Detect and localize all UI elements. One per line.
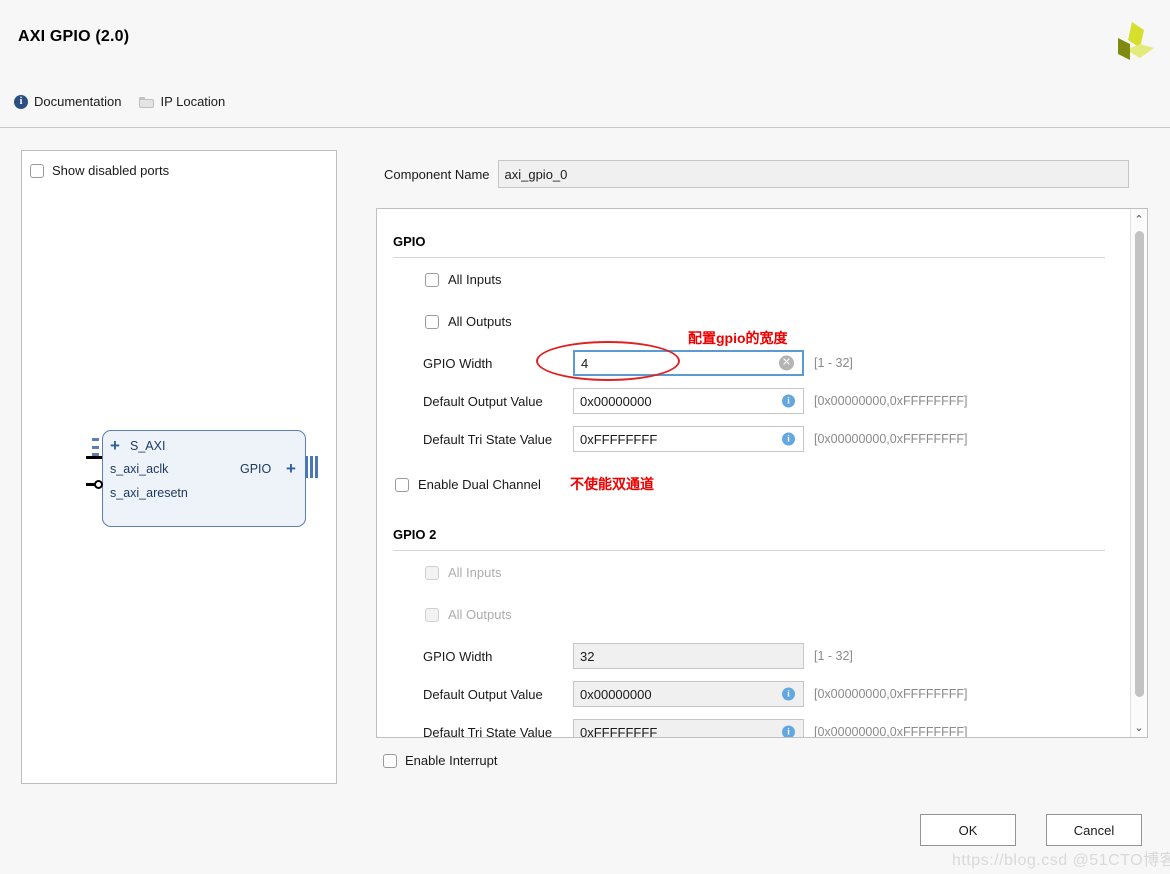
gpio-all-inputs-checkbox[interactable]: All Inputs — [425, 272, 501, 287]
gpio-expand-icon[interactable]: + — [286, 460, 296, 477]
ip-location-link[interactable]: IP Location — [139, 94, 225, 109]
gpio-section-title: GPIO — [393, 234, 426, 249]
enable-dual-channel-box[interactable] — [395, 477, 409, 492]
reset-pin-icon — [86, 480, 108, 491]
info-icon[interactable]: i — [782, 725, 795, 737]
gpio2-default-tristate-label: Default Tri State Value — [423, 724, 553, 738]
vertical-scrollbar[interactable]: ⌃ ⌄ — [1130, 209, 1147, 737]
ip-location-label: IP Location — [160, 94, 226, 109]
gpio2-width-label: GPIO Width — [423, 648, 493, 664]
gpio-all-outputs-box[interactable] — [425, 314, 439, 329]
ip-block-symbol: + S_AXI s_axi_aclk s_axi_aresetn GPIO + — [80, 426, 318, 541]
gpio-default-tristate-label: Default Tri State Value — [423, 431, 553, 447]
show-disabled-ports-checkbox[interactable]: Show disabled ports — [30, 163, 169, 178]
gpio-port-label: GPIO — [240, 462, 272, 476]
gpio-bus-stub-icon — [305, 456, 318, 478]
gpio2-width-range: [1 - 32] — [814, 649, 853, 663]
gpio-default-output-range: [0x00000000,0xFFFFFFFF] — [814, 394, 968, 408]
gpio2-section-title: GPIO 2 — [393, 527, 437, 542]
gpio2-section-divider — [393, 550, 1105, 551]
gpio2-all-inputs-label: All Inputs — [448, 565, 502, 580]
enable-dual-channel-label: Enable Dual Channel — [418, 477, 541, 492]
gpio-all-outputs-label: All Outputs — [448, 314, 512, 329]
documentation-label: Documentation — [34, 94, 122, 109]
s-axi-expand-icon[interactable]: + — [110, 437, 120, 454]
documentation-link[interactable]: i Documentation — [14, 94, 121, 109]
configuration-scroll-panel: GPIO All Inputs All Outputs GPIO Width 4… — [376, 208, 1148, 738]
configuration-content: GPIO All Inputs All Outputs GPIO Width 4… — [377, 209, 1127, 738]
header-links: i Documentation IP Location — [14, 94, 225, 109]
xilinx-pinwheel-logo — [1118, 22, 1154, 60]
gpio2-default-output-range: [0x00000000,0xFFFFFFFF] — [814, 687, 968, 701]
gpio-default-output-input[interactable]: 0x00000000 i — [573, 388, 804, 414]
scroll-up-arrow-icon[interactable]: ⌃ — [1131, 211, 1147, 227]
gpio-width-range: [1 - 32] — [814, 356, 853, 370]
gpio2-default-tristate-input: 0xFFFFFFFF i — [573, 719, 804, 738]
gpio2-all-inputs-box — [425, 565, 439, 580]
gpio2-default-output-input: 0x00000000 i — [573, 681, 804, 707]
gpio-width-value: 4 — [581, 355, 589, 371]
gpio2-width-value: 32 — [580, 648, 595, 664]
info-circle-icon: i — [14, 94, 28, 109]
gpio-all-outputs-checkbox[interactable]: All Outputs — [425, 314, 512, 329]
gpio-all-inputs-box[interactable] — [425, 272, 439, 287]
gpio-default-output-value: 0x00000000 — [580, 393, 652, 409]
gpio-default-tristate-value: 0xFFFFFFFF — [580, 431, 658, 447]
cancel-button[interactable]: Cancel — [1046, 814, 1142, 846]
annotation-text-dual-channel: 不使能双通道 — [570, 476, 654, 492]
component-name-input[interactable]: axi_gpio_0 — [497, 160, 1129, 188]
gpio-default-tristate-input[interactable]: 0xFFFFFFFF i — [573, 426, 804, 452]
gpio-width-row: GPIO Width 4 ✕ [1 - 32] — [423, 350, 853, 376]
aresetn-port-label: s_axi_aresetn — [110, 486, 188, 500]
enable-interrupt-label: Enable Interrupt — [405, 753, 498, 768]
clear-icon[interactable]: ✕ — [779, 355, 794, 371]
gpio2-default-tristate-row: Default Tri State Value 0xFFFFFFFF i [0x… — [423, 719, 968, 738]
gpio-default-output-label: Default Output Value — [423, 393, 543, 409]
enable-dual-channel-checkbox[interactable]: Enable Dual Channel — [395, 477, 541, 492]
show-disabled-ports-label: Show disabled ports — [52, 163, 170, 178]
gpio2-width-input: 32 — [573, 643, 804, 669]
ip-symbol-preview-panel: Show disabled ports + S_AXI s_axi_aclk s… — [21, 150, 337, 784]
gpio-default-tristate-row: Default Tri State Value 0xFFFFFFFF i [0x… — [423, 426, 968, 452]
gpio-all-inputs-label: All Inputs — [448, 272, 502, 287]
ok-button[interactable]: OK — [920, 814, 1016, 846]
show-disabled-ports-box[interactable] — [30, 163, 44, 178]
gpio2-all-outputs-checkbox[interactable]: All Outputs — [425, 607, 512, 622]
gpio2-default-tristate-value: 0xFFFFFFFF — [580, 724, 658, 738]
gpio2-default-output-value: 0x00000000 — [580, 686, 652, 702]
gpio2-width-row: GPIO Width 32 [1 - 32] — [423, 643, 853, 669]
gpio2-all-outputs-label: All Outputs — [448, 607, 512, 622]
gpio-default-tristate-range: [0x00000000,0xFFFFFFFF] — [814, 432, 968, 446]
info-icon[interactable]: i — [782, 432, 795, 446]
gpio2-default-output-row: Default Output Value 0x00000000 i [0x000… — [423, 681, 968, 707]
gpio2-default-output-label: Default Output Value — [423, 686, 543, 702]
annotation-text-gpio-width: 配置gpio的宽度 — [688, 330, 788, 346]
gpio2-default-tristate-range: [0x00000000,0xFFFFFFFF] — [814, 725, 968, 738]
gpio-width-label: GPIO Width — [423, 355, 493, 371]
scroll-down-arrow-icon[interactable]: ⌄ — [1131, 719, 1147, 735]
enable-interrupt-box[interactable] — [383, 753, 397, 768]
component-name-row: Component Name axi_gpio_0 — [384, 160, 1129, 188]
clock-pin-icon — [86, 456, 102, 459]
gpio-default-output-row: Default Output Value 0x00000000 i [0x000… — [423, 388, 968, 414]
gpio2-all-inputs-checkbox[interactable]: All Inputs — [425, 565, 501, 580]
enable-interrupt-checkbox[interactable]: Enable Interrupt — [383, 753, 498, 768]
gpio2-all-outputs-box — [425, 607, 439, 622]
s-axi-bus-stub-icon — [92, 438, 99, 456]
gpio-section-divider — [393, 257, 1105, 258]
s-axi-port-label: S_AXI — [130, 439, 166, 453]
dialog-header: AXI GPIO (2.0) i Documentation IP Locati… — [0, 0, 1170, 128]
scrollbar-thumb[interactable] — [1135, 231, 1144, 697]
info-icon[interactable]: i — [782, 687, 795, 701]
info-icon[interactable]: i — [782, 394, 795, 408]
aclk-port-label: s_axi_aclk — [110, 462, 169, 476]
gpio-width-input[interactable]: 4 ✕ — [573, 350, 804, 376]
watermark: https://blog.csd @51CTO博客 — [952, 852, 1170, 869]
component-name-label: Component Name — [384, 166, 490, 182]
page-title: AXI GPIO (2.0) — [18, 28, 130, 45]
folder-icon — [139, 96, 155, 108]
